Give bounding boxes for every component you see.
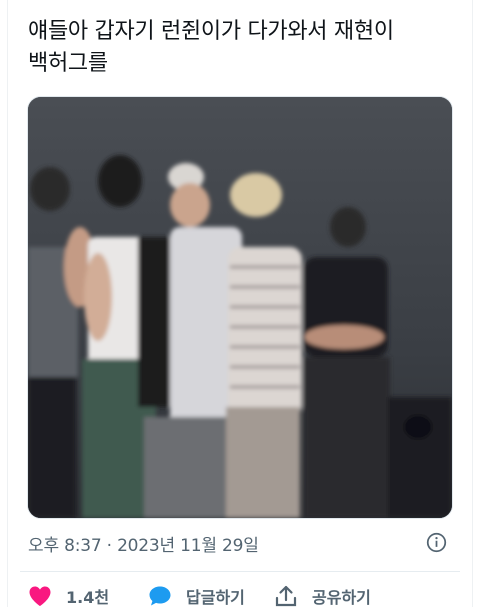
- tweet-actions: 1.4천 답글하기 공유하기: [28, 583, 394, 607]
- tweet-media[interactable]: [27, 96, 453, 519]
- share-button[interactable]: 공유하기: [274, 584, 394, 607]
- info-icon[interactable]: [426, 532, 447, 553]
- tweet-timestamp: 오후 8:37 · 2023년 11월 29일: [28, 536, 259, 556]
- speech-bubble-icon: [149, 586, 171, 606]
- heart-icon: [29, 586, 51, 606]
- divider: [20, 571, 460, 572]
- right-border: [472, 0, 473, 607]
- share-upload-icon: [275, 585, 297, 607]
- tweet-detail: 얘들아 갑자기 런쥔이가 다가와서 재현이 백허그를 오후 8:37 · 202…: [0, 0, 480, 607]
- like-count: 1.4천: [66, 588, 110, 607]
- tweet-text: 얘들아 갑자기 런쥔이가 다가와서 재현이 백허그를: [28, 19, 394, 76]
- left-border: [7, 0, 8, 607]
- reply-label: 답글하기: [186, 588, 245, 607]
- share-label: 공유하기: [312, 588, 371, 607]
- reply-button[interactable]: 답글하기: [148, 584, 274, 607]
- like-button[interactable]: 1.4천: [28, 584, 148, 607]
- video-frame-image: [28, 97, 452, 518]
